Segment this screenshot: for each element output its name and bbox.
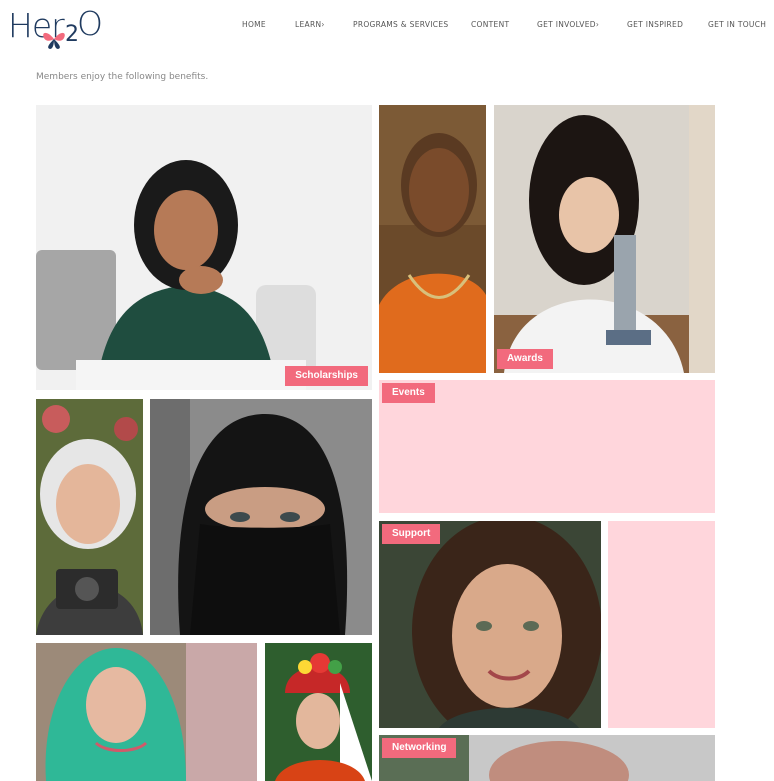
tile-label-events: Events (382, 383, 435, 403)
tile-woman-orange[interactable] (379, 105, 486, 373)
nav-get-in-touch[interactable]: GET IN TOUCH (708, 20, 766, 29)
tile-networking[interactable]: Networking (379, 735, 715, 781)
tile-support[interactable]: Support (379, 521, 601, 728)
tile-pink-placeholder[interactable] (608, 521, 715, 728)
main-nav: HOME LEARN› PROGRAMS & SERVICES CONTENT … (0, 20, 774, 32)
tile-woman-green-hijab[interactable] (36, 643, 257, 781)
tile-woman-headdress[interactable] (265, 643, 372, 781)
tile-events[interactable]: Events (379, 380, 715, 513)
tile-label-scholarships: Scholarships (285, 366, 368, 386)
photo-woman-laptop (36, 105, 372, 390)
tile-label-networking: Networking (382, 738, 457, 758)
nav-content[interactable]: CONTENT (471, 20, 509, 29)
tile-label-awards: Awards (497, 349, 553, 369)
photo-girl-microscope (494, 105, 715, 373)
nav-home[interactable]: HOME (242, 20, 266, 29)
photo-woman-orange-sari (379, 105, 486, 373)
photo-woman-niqab (150, 399, 372, 635)
tile-awards[interactable]: Awards (494, 105, 715, 373)
photo-elderly-woman-camera (36, 399, 143, 635)
photo-woman-headdress (265, 643, 372, 781)
nav-programs-services[interactable]: PROGRAMS & SERVICES (353, 20, 448, 29)
photo-woman-green-hijab (36, 643, 257, 781)
tile-elderly-camera[interactable] (36, 399, 143, 635)
tile-label-support: Support (382, 524, 441, 544)
nav-get-involved[interactable]: GET INVOLVED› (537, 20, 599, 29)
tile-woman-niqab[interactable] (150, 399, 372, 635)
tile-scholarships[interactable]: Scholarships (36, 105, 372, 390)
photo-girl-smiling (379, 521, 601, 728)
nav-get-inspired[interactable]: GET INSPIRED (627, 20, 683, 29)
intro-text: Members enjoy the following benefits. (36, 72, 209, 82)
nav-learn[interactable]: LEARN› (295, 20, 325, 29)
